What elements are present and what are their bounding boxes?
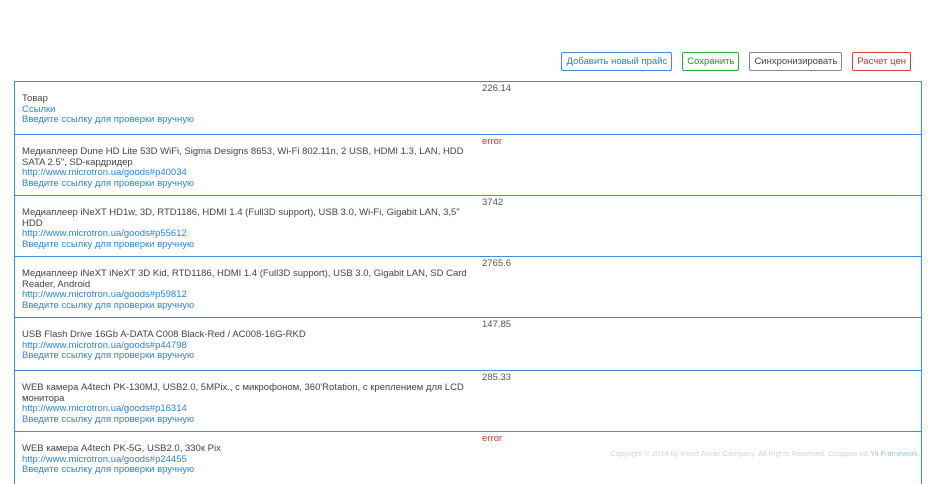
list-item: WEB камера A4tech PK-130MJ, USB2.0, 5MPi… [15, 370, 921, 431]
item-price-error: error [482, 136, 503, 147]
calculate-prices-button[interactable]: Расчет цен [852, 52, 911, 71]
manual-check-link[interactable]: Введите ссылку для проверки вручную [22, 114, 477, 126]
item-name: Медиаплеер iNeXT iNeXT 3D Kid, RTD1186, … [22, 268, 467, 290]
list-item: Товар Ссылки Введите ссылку для проверки… [15, 81, 921, 134]
manual-check-link[interactable]: Введите ссылку для проверки вручную [22, 414, 477, 426]
manual-check-link[interactable]: Введите ссылку для проверки вручную [22, 178, 477, 190]
manual-check-link[interactable]: Введите ссылку для проверки вручную [22, 350, 477, 362]
item-price: 226.14 [482, 83, 512, 94]
item-price: 2765.6 [482, 258, 512, 269]
item-link[interactable]: http://www.microtron.ua/goods#p24455 [22, 454, 477, 466]
item-info: Медиаплеер iNeXT HD1w, 3D, RTD1186, HDMI… [22, 207, 477, 251]
item-link[interactable]: http://www.microtron.ua/goods#p59812 [22, 289, 477, 301]
item-name: USB Flash Drive 16Gb A-DATA C008 Black-R… [22, 329, 306, 340]
list-item: Медиаплеер iNeXT HD1w, 3D, RTD1186, HDMI… [15, 195, 921, 256]
item-name: Медиаплеер iNeXT HD1w, 3D, RTD1186, HDMI… [22, 207, 460, 229]
manual-check-link[interactable]: Введите ссылку для проверки вручную [22, 300, 477, 312]
item-price: 3742 [482, 197, 504, 208]
toolbar: Добавить новый прайс Сохранить Синхрониз… [561, 52, 911, 71]
list-item: Медиаплеер Dune HD Lite 53D WiFi, Sigma … [15, 134, 921, 195]
list-item: Медиаплеер iNeXT iNeXT 3D Kid, RTD1186, … [15, 256, 921, 317]
item-info: Медиаплеер iNeXT iNeXT 3D Kid, RTD1186, … [22, 268, 477, 312]
manual-check-link[interactable]: Введите ссылку для проверки вручную [22, 464, 477, 476]
item-info: Товар Ссылки Введите ссылку для проверки… [22, 93, 477, 126]
item-info: USB Flash Drive 16Gb A-DATA C008 Black-R… [22, 329, 477, 362]
price-list: Товар Ссылки Введите ссылку для проверки… [14, 81, 922, 484]
save-button[interactable]: Сохранить [682, 52, 740, 71]
item-price: 147.85 [482, 319, 512, 330]
item-price-error: error [482, 433, 503, 444]
item-link[interactable]: http://www.microtron.ua/goods#p16314 [22, 403, 477, 415]
item-name: Медиаплеер Dune HD Lite 53D WiFi, Sigma … [22, 146, 464, 168]
item-info: WEB камера A4tech PK-5G, USB2.0, 330к Pi… [22, 443, 477, 476]
list-item: USB Flash Drive 16Gb A-DATA C008 Black-R… [15, 317, 921, 370]
copyright-text: Copyright © 2014 by Intext Auran Company… [610, 449, 869, 458]
sync-button[interactable]: Синхронизировать [749, 52, 843, 71]
item-price: 285.33 [482, 372, 512, 383]
item-name: WEB камера A4tech PK-130MJ, USB2.0, 5MPi… [22, 382, 464, 404]
item-link[interactable]: http://www.microtron.ua/goods#p55612 [22, 228, 477, 240]
footer: Copyright © 2014 by Intext Auran Company… [610, 450, 920, 458]
framework-link[interactable]: Yii Framework. [870, 449, 920, 458]
item-info: Медиаплеер Dune HD Lite 53D WiFi, Sigma … [22, 146, 477, 190]
item-link[interactable]: http://www.microtron.ua/goods#p40034 [22, 167, 477, 179]
item-info: WEB камера A4tech PK-130MJ, USB2.0, 5MPi… [22, 382, 477, 426]
add-price-button[interactable]: Добавить новый прайс [561, 52, 673, 71]
item-name: WEB камера A4tech PK-5G, USB2.0, 330к Pi… [22, 443, 221, 454]
manual-check-link[interactable]: Введите ссылку для проверки вручную [22, 239, 477, 251]
item-name: Товар [22, 93, 48, 104]
